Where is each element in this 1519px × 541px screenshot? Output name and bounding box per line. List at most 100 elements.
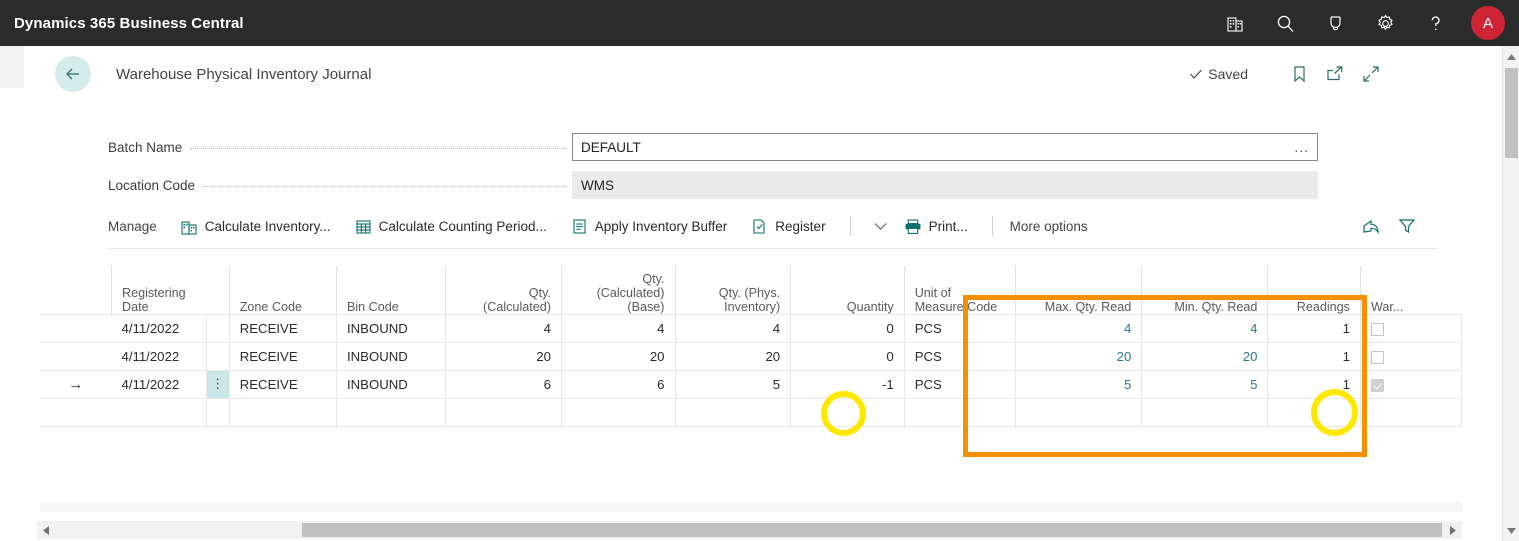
row-menu-button[interactable] (206, 397, 230, 427)
cell-qty-phys-inventory[interactable] (675, 397, 792, 427)
cell-readings[interactable]: 1 (1267, 369, 1361, 399)
bookmark-icon[interactable] (1284, 59, 1314, 89)
cell-qty-calculated-base[interactable] (561, 397, 676, 427)
cell-qty-calculated-base[interactable]: 4 (561, 313, 676, 343)
cell-min-qty-read[interactable] (1141, 397, 1269, 427)
scroll-down-icon[interactable] (1503, 522, 1519, 539)
cell-qty-calculated[interactable]: 4 (445, 313, 562, 343)
cell-qty-calculated[interactable]: 6 (445, 369, 562, 399)
cell-qty-phys-inventory[interactable]: 20 (675, 341, 792, 371)
cell-qty-phys-inventory[interactable]: 5 (675, 369, 792, 399)
cell-warning[interactable] (1360, 397, 1463, 427)
cell-bin-code[interactable] (336, 397, 447, 427)
vertical-scrollbar[interactable] (1502, 46, 1519, 541)
cell-bin-code[interactable]: INBOUND (336, 341, 447, 371)
cell-quantity[interactable] (790, 397, 905, 427)
avatar[interactable]: A (1471, 6, 1505, 40)
cell-quantity[interactable]: -1 (790, 369, 905, 399)
batch-name-input[interactable]: DEFAULT ... (572, 133, 1318, 161)
cell-registering-date[interactable]: 4/11/2022 (111, 341, 207, 371)
scroll-up-icon[interactable] (1503, 48, 1519, 65)
cell-warning[interactable] (1360, 341, 1463, 371)
cell-min-qty-read[interactable]: 20 (1141, 341, 1269, 371)
cell-quantity[interactable]: 0 (790, 341, 905, 371)
cell-warning[interactable] (1360, 313, 1463, 343)
cell-zone-code[interactable]: RECEIVE (229, 313, 337, 343)
apply-inventory-buffer-button[interactable]: Apply Inventory Buffer (571, 211, 727, 241)
table-row-selected[interactable]: → 4/11/2022 ⋮ RECEIVE INBOUND 6 6 5 -1 P… (40, 369, 1463, 399)
cell-max-qty-read[interactable] (1015, 397, 1143, 427)
col-warning[interactable]: War... (1359, 266, 1462, 314)
cell-readings[interactable] (1267, 397, 1361, 427)
cell-max-qty-read[interactable]: 5 (1015, 369, 1143, 399)
batch-name-lookup-button[interactable]: ... (1294, 139, 1309, 155)
warning-checkbox[interactable] (1370, 322, 1384, 336)
row-menu-button[interactable] (206, 313, 230, 343)
manage-menu-button[interactable]: Manage (108, 211, 157, 241)
col-qty-calculated-base[interactable]: Qty. (Calculated) (Base) (560, 266, 675, 314)
notifications-icon[interactable] (1321, 9, 1349, 37)
more-options-button[interactable]: More options (1010, 211, 1088, 241)
scroll-left-icon[interactable] (39, 521, 53, 539)
horizontal-scrollbar[interactable] (37, 521, 1462, 539)
cell-readings[interactable]: 1 (1267, 341, 1361, 371)
table-row-empty[interactable] (40, 397, 1463, 427)
cell-readings[interactable]: 1 (1267, 313, 1361, 343)
cell-min-qty-read[interactable]: 5 (1141, 369, 1269, 399)
calculate-counting-period-button[interactable]: Calculate Counting Period... (355, 211, 547, 241)
calculate-inventory-button[interactable]: Calculate Inventory... (181, 211, 331, 241)
cell-zone-code[interactable]: RECEIVE (229, 341, 337, 371)
cell-zone-code[interactable] (229, 397, 337, 427)
warning-checkbox[interactable] (1370, 350, 1384, 364)
col-max-qty-read[interactable]: Max. Qty. Read (1015, 266, 1142, 314)
cell-unit-of-measure-code[interactable]: PCS (904, 313, 1017, 343)
warning-checkbox-checked[interactable] (1370, 378, 1384, 392)
share-icon[interactable] (1362, 217, 1380, 235)
cell-max-qty-read[interactable]: 4 (1015, 313, 1143, 343)
col-bin-code[interactable]: Bin Code (335, 266, 446, 314)
vertical-scrollbar-thumb[interactable] (1505, 68, 1518, 158)
cell-qty-calculated-base[interactable]: 20 (561, 341, 676, 371)
cell-unit-of-measure-code[interactable] (904, 397, 1017, 427)
cell-unit-of-measure-code[interactable]: PCS (904, 341, 1017, 371)
col-quantity[interactable]: Quantity (790, 266, 905, 314)
col-qty-calculated[interactable]: Qty. (Calculated) (445, 266, 562, 314)
row-menu-button[interactable]: ⋮ (206, 369, 230, 399)
cell-qty-calculated[interactable]: 20 (445, 341, 562, 371)
col-unit-of-measure-code[interactable]: Unit of Measure Code (903, 266, 1016, 314)
cell-registering-date[interactable]: 4/11/2022 (111, 313, 207, 343)
cell-warning[interactable] (1360, 369, 1463, 399)
horizontal-scrollbar-thumb[interactable] (302, 523, 1442, 537)
cell-qty-calculated[interactable] (445, 397, 562, 427)
chevron-down-icon[interactable] (868, 222, 894, 231)
row-menu-button[interactable] (206, 341, 230, 371)
cell-unit-of-measure-code[interactable]: PCS (904, 369, 1017, 399)
cell-min-qty-read[interactable]: 4 (1141, 313, 1269, 343)
collapse-icon[interactable] (1356, 59, 1386, 89)
print-button[interactable]: Print... (904, 211, 968, 241)
filter-icon[interactable] (1398, 217, 1416, 235)
table-row[interactable]: 4/11/2022 RECEIVE INBOUND 4 4 4 0 PCS 4 … (40, 313, 1463, 343)
cell-bin-code[interactable]: INBOUND (336, 313, 447, 343)
cell-registering-date[interactable]: 4/11/2022 (111, 369, 207, 399)
col-zone-code[interactable]: Zone Code (228, 266, 337, 314)
register-button[interactable]: Register (751, 211, 826, 241)
cell-registering-date[interactable] (111, 397, 207, 427)
scroll-right-icon[interactable] (1446, 521, 1460, 539)
cell-max-qty-read[interactable]: 20 (1015, 341, 1143, 371)
cell-zone-code[interactable]: RECEIVE (229, 369, 337, 399)
back-button[interactable] (55, 56, 91, 92)
col-qty-phys-inventory[interactable]: Qty. (Phys. Inventory) (674, 266, 791, 314)
table-row[interactable]: 4/11/2022 RECEIVE INBOUND 20 20 20 0 PCS… (40, 341, 1463, 371)
cell-quantity[interactable]: 0 (790, 313, 905, 343)
cell-qty-phys-inventory[interactable]: 4 (675, 313, 792, 343)
col-registering-date[interactable]: Registering Date (110, 266, 207, 314)
help-icon[interactable] (1421, 9, 1449, 37)
company-icon[interactable] (1221, 9, 1249, 37)
gear-icon[interactable] (1371, 9, 1399, 37)
search-icon[interactable] (1271, 9, 1299, 37)
col-readings[interactable]: Readings (1267, 266, 1361, 314)
open-in-new-window-icon[interactable] (1320, 59, 1350, 89)
cell-qty-calculated-base[interactable]: 6 (561, 369, 676, 399)
cell-bin-code[interactable]: INBOUND (336, 369, 447, 399)
